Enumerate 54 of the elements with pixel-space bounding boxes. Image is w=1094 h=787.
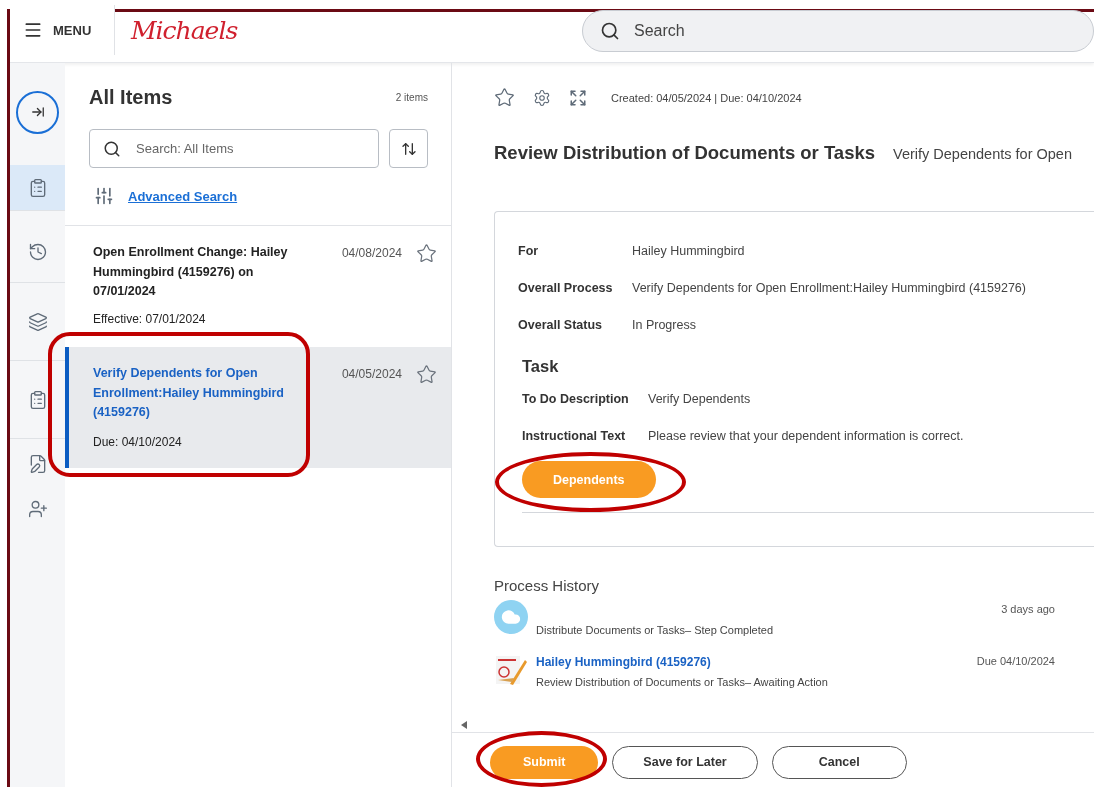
list-title: All Items (89, 86, 173, 109)
cloud-icon (501, 607, 521, 627)
star-icon[interactable] (416, 243, 437, 264)
layers-icon (27, 311, 48, 332)
list-item[interactable]: Verify Dependents for Open Enrollment:Hailey Hummingbird (4159276) Due: 04/10/2024 04/05/2024 (65, 347, 451, 468)
item-title: Verify Dependents for Open Enrollment:Hailey Hummingbird (4159276) (93, 365, 285, 421)
scroll-left-icon[interactable] (461, 720, 467, 729)
settings-icon[interactable] (533, 88, 551, 107)
search-field[interactable]: Search (582, 10, 1094, 52)
footer-button[interactable]: Cancel (771, 745, 907, 779)
item-count: 2 items (395, 92, 428, 103)
collapse-icon (30, 105, 45, 119)
expand-icon[interactable] (569, 88, 587, 107)
field-label: Overall Process (518, 280, 614, 295)
task-title: Review Distribution of Documents or Tasks (494, 142, 876, 164)
dates-text: Created: 04/05/2024 | Due: 04/10/2024 (611, 91, 802, 104)
item-date: Due: 04/10/2024 (93, 434, 183, 449)
logo: Michaels (131, 15, 238, 45)
menu-icon (23, 20, 43, 40)
search-icon (600, 21, 620, 41)
clock-icon (27, 241, 48, 262)
history-time: 3 days ago (1001, 602, 1055, 617)
field-value: Verify Dependents for Open Enrollment:Hailey Hummingbird (4159276) (632, 280, 1026, 295)
field-value: In Progress (632, 317, 696, 332)
field-label: Overall Status (518, 317, 604, 332)
sort-button[interactable] (389, 129, 428, 168)
star-icon[interactable] (494, 87, 515, 108)
field-label: To Do Description (522, 391, 630, 406)
item-date: Effective: 07/01/2024 (93, 311, 207, 326)
history-description: Distribute Documents or Tasks– Step Completed (536, 624, 774, 636)
item-date: 04/05/2024 (341, 367, 402, 383)
field-label: For (518, 243, 540, 258)
item-date: 04/08/2024 (341, 246, 402, 262)
task-subtitle: Verify Dependents for Open (893, 146, 1072, 162)
field-value: Verify Dependents (648, 391, 751, 406)
search-field[interactable]: Search: All Items (89, 129, 379, 168)
person-link[interactable]: Hailey Hummingbird (4159276) (536, 655, 969, 669)
user-add-icon (27, 499, 48, 519)
field-value: Please review that your dependent information is correct. (648, 428, 964, 443)
star-icon[interactable] (416, 364, 437, 385)
footer-button[interactable]: Save for Later (612, 745, 758, 779)
history-time: Due 04/10/2024 (976, 654, 1055, 669)
sort-icon (400, 140, 417, 157)
section-heading: Process History (494, 577, 601, 594)
field-value: Hailey Hummingbird (632, 243, 745, 258)
search-icon (103, 139, 121, 158)
filter-icon (94, 186, 114, 206)
menu-button[interactable]: MENU (10, 5, 115, 55)
section-heading: Task (522, 357, 560, 376)
item-title: Open Enrollment Change: Hailey Hummingbird (4159276) on 07/01/2024 (93, 244, 289, 300)
history-description: Review Distribution of Documents or Tasks– Awaiting Action (536, 676, 829, 688)
field-label: Instructional Text (522, 428, 627, 443)
advanced-search-link[interactable]: Advanced Search (128, 188, 238, 204)
sidebar-item[interactable] (10, 165, 65, 211)
